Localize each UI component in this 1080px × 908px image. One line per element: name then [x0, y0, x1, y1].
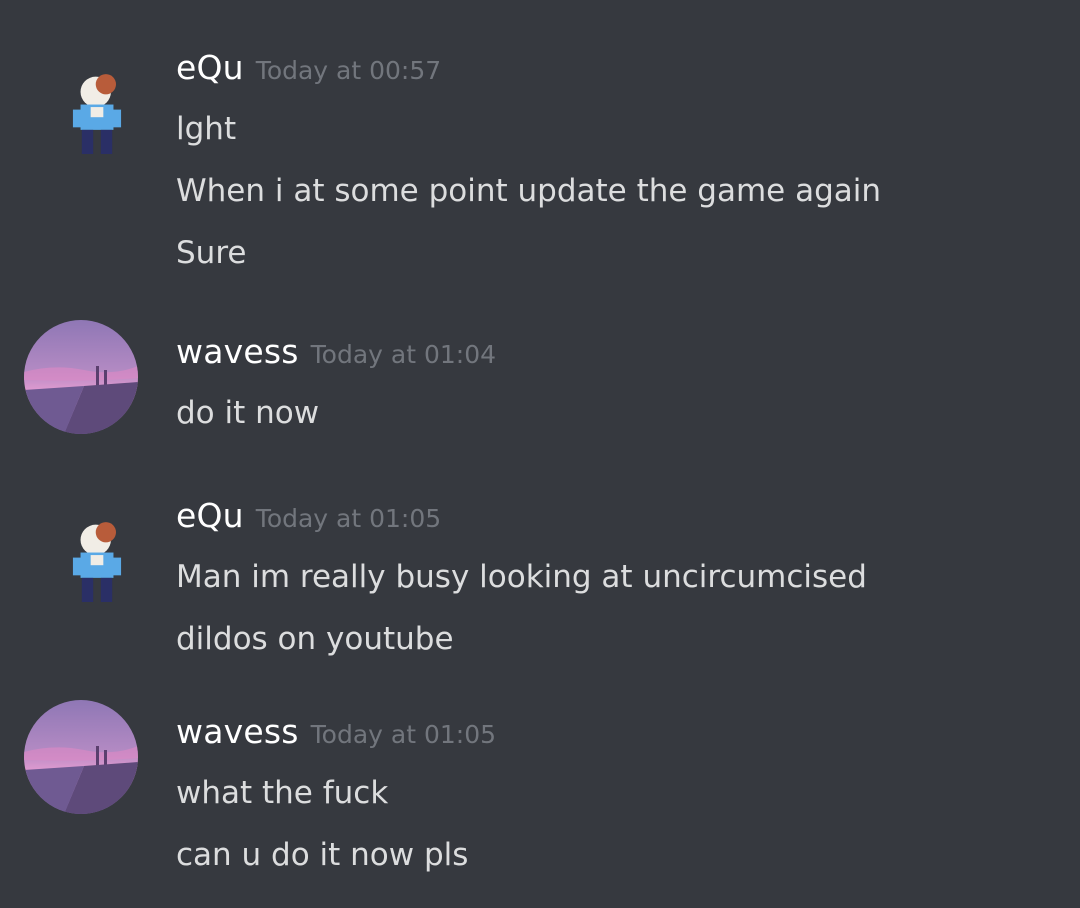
username[interactable]: wavess — [176, 712, 299, 751]
message-content: wavess Today at 01:04 do it now — [176, 332, 1040, 444]
timestamp[interactable]: Today at 01:04 — [311, 340, 496, 369]
username[interactable]: eQu — [176, 496, 244, 535]
message-text: what the fuck — [176, 775, 389, 811]
message-text: dildos on youtube — [176, 621, 454, 657]
bridge-sunset-avatar-icon — [24, 700, 138, 814]
pixel-character-avatar-icon — [72, 74, 122, 154]
avatar[interactable] — [24, 320, 138, 434]
username[interactable]: eQu — [176, 48, 244, 87]
bridge-sunset-avatar-icon — [24, 320, 138, 434]
timestamp[interactable]: Today at 01:05 — [256, 504, 441, 533]
message-text: Man im really busy looking at uncircumci… — [176, 559, 867, 595]
avatar[interactable] — [40, 512, 130, 602]
message-header: eQu Today at 01:05 — [176, 496, 1040, 546]
pixel-character-avatar-icon — [72, 522, 122, 602]
message-header: wavess Today at 01:05 — [176, 712, 1040, 762]
message-text: lght — [176, 111, 237, 147]
username[interactable]: wavess — [176, 332, 299, 371]
timestamp[interactable]: Today at 00:57 — [256, 56, 441, 85]
message-content: wavess Today at 01:05 what the fuck can u… — [176, 712, 1040, 886]
message-text: When i at some point update the game aga… — [176, 173, 882, 209]
message-text: can u do it now pls — [176, 837, 469, 873]
message-content: eQu Today at 00:57 lght When i at some po… — [176, 48, 1040, 284]
timestamp[interactable]: Today at 01:05 — [311, 720, 496, 749]
message-text: do it now — [176, 395, 320, 431]
chat-message-list: eQu Today at 00:57 lght When i at some po… — [0, 0, 1080, 908]
message-header: eQu Today at 00:57 — [176, 48, 1040, 98]
message-text: Sure — [176, 235, 247, 271]
message-content: eQu Today at 01:05 Man im really busy loo… — [176, 496, 1040, 670]
avatar[interactable] — [24, 700, 138, 814]
message-header: wavess Today at 01:04 — [176, 332, 1040, 382]
avatar[interactable] — [40, 64, 130, 154]
